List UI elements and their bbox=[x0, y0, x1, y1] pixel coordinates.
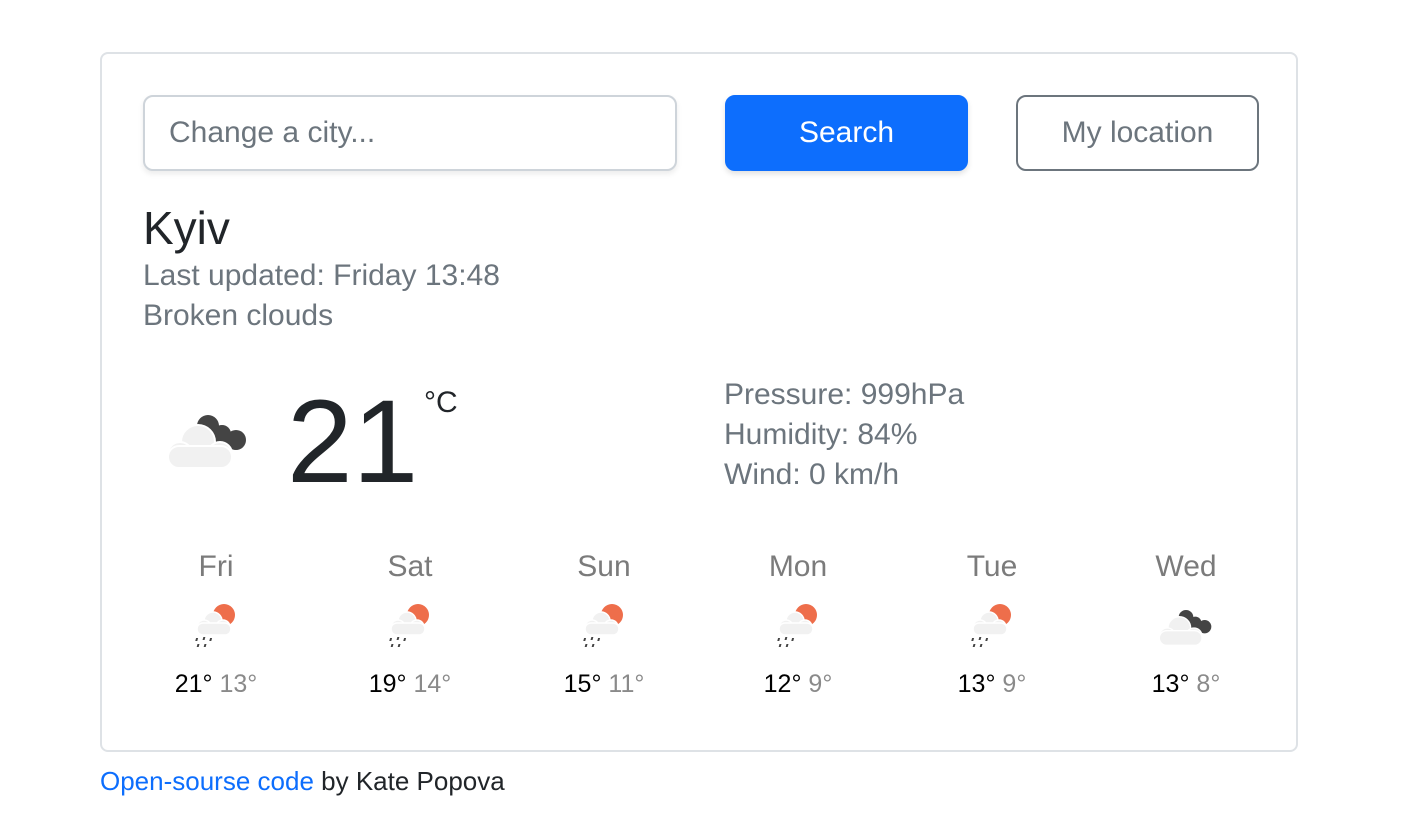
current-meta: Last updated: Friday 13:48 Broken clouds bbox=[143, 256, 500, 336]
forecast-day: Sun 15° 11° bbox=[507, 547, 701, 699]
forecast-max-temp: 21° bbox=[174, 670, 213, 698]
forecast-day: Tue 13° 9° bbox=[895, 547, 1089, 699]
forecast-temps: 13° 8° bbox=[1089, 669, 1283, 699]
forecast-max-temp: 15° bbox=[563, 670, 602, 698]
forecast-day-name: Sat bbox=[387, 550, 433, 583]
current-temperature: 21 bbox=[287, 376, 419, 508]
weather-description: Broken clouds bbox=[143, 299, 334, 332]
forecast-day: Mon 12° 9° bbox=[701, 547, 895, 699]
temperature-unit[interactable]: °C bbox=[424, 386, 458, 420]
broken-clouds-icon bbox=[1154, 604, 1218, 648]
rain-sun-icon bbox=[967, 601, 1017, 651]
forecast-min-temp: 14° bbox=[413, 670, 452, 698]
humidity: Humidity: 84% bbox=[724, 418, 918, 451]
pressure: Pressure: 999hPa bbox=[724, 378, 965, 411]
weather-card: Search My location Kyiv Last updated: Fr… bbox=[100, 52, 1298, 752]
my-location-button[interactable]: My location bbox=[1016, 95, 1259, 171]
forecast-min-temp: 8° bbox=[1196, 670, 1221, 698]
weather-details: Pressure: 999hPa Humidity: 84% Wind: 0 k… bbox=[724, 375, 964, 495]
forecast-row: Fri 21° 13° Sat 19° 14° Sun 15° 11° Mon … bbox=[119, 547, 1283, 699]
forecast-min-temp: 11° bbox=[608, 670, 645, 698]
rain-sun-icon bbox=[191, 601, 241, 651]
forecast-max-temp: 13° bbox=[1151, 670, 1190, 698]
author-credit: by Kate Popova bbox=[313, 766, 505, 796]
forecast-max-temp: 13° bbox=[957, 670, 996, 698]
last-updated: Last updated: Friday 13:48 bbox=[143, 259, 500, 292]
city-search-input[interactable] bbox=[143, 95, 677, 171]
forecast-temps: 12° 9° bbox=[701, 669, 895, 699]
broken-clouds-icon bbox=[160, 406, 256, 472]
forecast-temps: 19° 14° bbox=[313, 669, 507, 699]
rain-sun-icon bbox=[579, 601, 629, 651]
forecast-min-temp: 13° bbox=[219, 670, 258, 698]
forecast-max-temp: 19° bbox=[368, 670, 407, 698]
forecast-day: Sat 19° 14° bbox=[313, 547, 507, 699]
forecast-temps: 15° 11° bbox=[507, 669, 701, 699]
forecast-day-name: Tue bbox=[966, 550, 1018, 583]
forecast-min-temp: 9° bbox=[808, 670, 833, 698]
forecast-day-name: Fri bbox=[198, 550, 234, 583]
forecast-temps: 21° 13° bbox=[119, 669, 313, 699]
forecast-day-name: Wed bbox=[1155, 550, 1217, 583]
forecast-day: Fri 21° 13° bbox=[119, 547, 313, 699]
forecast-max-temp: 12° bbox=[763, 670, 802, 698]
source-code-link[interactable]: Open-sourse code bbox=[100, 766, 314, 796]
forecast-day: Wed 13° 8° bbox=[1089, 547, 1283, 699]
forecast-min-temp: 9° bbox=[1002, 670, 1027, 698]
forecast-day-name: Sun bbox=[577, 550, 631, 583]
rain-sun-icon bbox=[773, 601, 823, 651]
forecast-day-name: Mon bbox=[768, 550, 828, 583]
forecast-temps: 13° 9° bbox=[895, 669, 1089, 699]
search-button[interactable]: Search bbox=[725, 95, 968, 171]
footer: Open-sourse code by Kate Popova bbox=[100, 765, 505, 797]
rain-sun-icon bbox=[385, 601, 435, 651]
wind: Wind: 0 km/h bbox=[724, 458, 900, 491]
city-name: Kyiv bbox=[143, 202, 230, 254]
